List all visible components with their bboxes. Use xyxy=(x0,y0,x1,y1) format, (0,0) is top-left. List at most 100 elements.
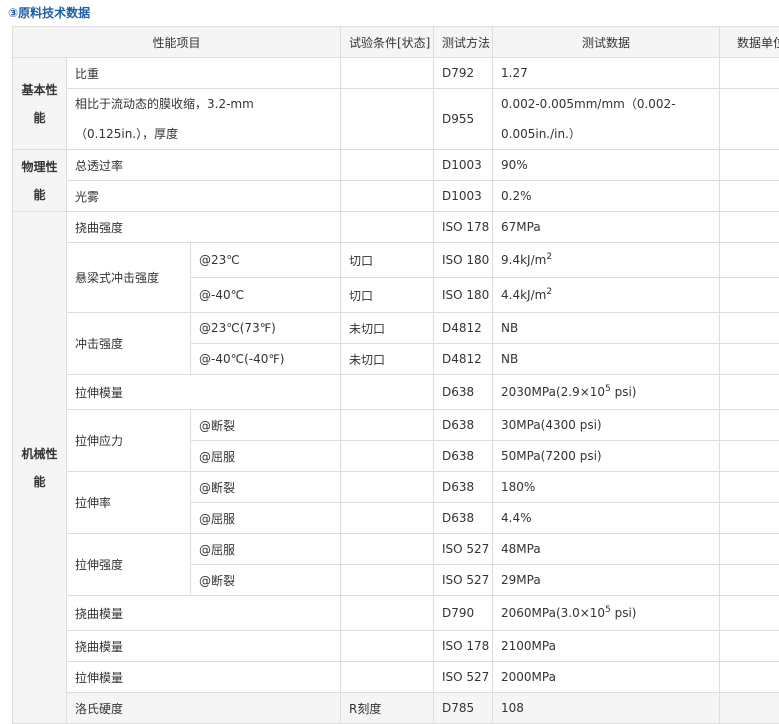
property-name: 相比于流动态的膜收缩，3.2-mm（0.125in.），厚度 xyxy=(67,89,341,150)
unit-cell xyxy=(720,344,779,375)
property-name: 挠曲强度 xyxy=(67,212,341,243)
value-cell: 30MPa(4300 psi) xyxy=(493,410,720,441)
value-cell: 2000MPa xyxy=(493,662,720,693)
sub-condition: @23℃ xyxy=(191,243,341,278)
unit-cell xyxy=(720,375,779,410)
value-text: 4.4kJ/m xyxy=(501,288,546,302)
property-name: 拉伸模量 xyxy=(67,662,341,693)
unit-cell xyxy=(720,631,779,662)
property-name: 拉伸应力 xyxy=(67,410,191,472)
value-superscript: 2 xyxy=(546,252,552,262)
sub-condition: @-40℃(-40℉) xyxy=(191,344,341,375)
table-row: 物理性能 总透过率 D1003 90% xyxy=(13,150,779,181)
method-cell: D785 xyxy=(434,693,493,724)
table-row: 拉伸应力 @断裂 D638 30MPa(4300 psi) xyxy=(13,410,779,441)
value-cell: 0.2% xyxy=(493,181,720,212)
table-row: 机械性能 挠曲强度 ISO 178 67MPa xyxy=(13,212,779,243)
table-row: 拉伸模量 D638 2030MPa(2.9×105 psi) xyxy=(13,375,779,410)
header-method: 测试方法 xyxy=(434,27,493,58)
header-condition: 试验条件[状态] xyxy=(341,27,434,58)
property-name: 比重 xyxy=(67,58,341,89)
header-property: 性能项目 xyxy=(13,27,341,58)
method-cell: D638 xyxy=(434,441,493,472)
condition-cell xyxy=(341,503,434,534)
value-text: 2060MPa(3.0×10 xyxy=(501,606,605,620)
table-row: 基本性能 比重 D792 1.27 xyxy=(13,58,779,89)
property-name: 拉伸模量 xyxy=(67,375,341,410)
method-cell: ISO 527 xyxy=(434,662,493,693)
method-cell: D638 xyxy=(434,472,493,503)
property-name: 冲击强度 xyxy=(67,313,191,375)
table-row: 拉伸率 @断裂 D638 180% xyxy=(13,472,779,503)
value-text: 9.4kJ/m xyxy=(501,253,546,267)
table-header-row: 性能项目 试验条件[状态] 测试方法 测试数据 数据单位 xyxy=(13,27,779,58)
condition-cell xyxy=(341,181,434,212)
value-superscript: 2 xyxy=(546,287,552,297)
method-cell: D1003 xyxy=(434,181,493,212)
value-cell: 67MPa xyxy=(493,212,720,243)
sub-condition: @屈服 xyxy=(191,503,341,534)
value-cell: NB xyxy=(493,344,720,375)
value-cell: 4.4kJ/m2 xyxy=(493,278,720,313)
property-name: 光雾 xyxy=(67,181,341,212)
condition-cell xyxy=(341,58,434,89)
value-cell: 29MPa xyxy=(493,565,720,596)
method-cell: ISO 180 xyxy=(434,243,493,278)
condition-cell xyxy=(341,596,434,631)
method-cell: ISO 180 xyxy=(434,278,493,313)
value-text: 2030MPa(2.9×10 xyxy=(501,385,605,399)
condition-cell: 切口 xyxy=(341,278,434,313)
table-row: 冲击强度 @23℃(73℉) 未切口 D4812 NB xyxy=(13,313,779,344)
unit-cell xyxy=(720,58,779,89)
condition-cell: 未切口 xyxy=(341,344,434,375)
unit-cell xyxy=(720,410,779,441)
unit-cell xyxy=(720,441,779,472)
unit-cell xyxy=(720,89,779,150)
table-row: 光雾 D1003 0.2% xyxy=(13,181,779,212)
sub-condition: @断裂 xyxy=(191,472,341,503)
table-row: 拉伸模量 ISO 527 2000MPa xyxy=(13,662,779,693)
method-cell: D1003 xyxy=(434,150,493,181)
property-name: 洛氏硬度 xyxy=(67,693,341,724)
method-cell: D4812 xyxy=(434,313,493,344)
condition-cell xyxy=(341,212,434,243)
sub-condition: @断裂 xyxy=(191,410,341,441)
condition-cell: 未切口 xyxy=(341,313,434,344)
table-row: 洛氏硬度 R刻度 D785 108 xyxy=(13,693,779,724)
unit-cell xyxy=(720,596,779,631)
value-cell: 1.27 xyxy=(493,58,720,89)
value-cell: NB xyxy=(493,313,720,344)
property-name: 悬梁式冲击强度 xyxy=(67,243,191,313)
table-row: 拉伸强度 @屈服 ISO 527 48MPa xyxy=(13,534,779,565)
category-mechanical: 机械性能 xyxy=(13,212,67,724)
header-unit: 数据单位 xyxy=(720,27,779,58)
unit-cell xyxy=(720,212,779,243)
condition-cell xyxy=(341,375,434,410)
header-data: 测试数据 xyxy=(493,27,720,58)
value-cell: 50MPa(7200 psi) xyxy=(493,441,720,472)
unit-cell xyxy=(720,565,779,596)
value-cell: 2060MPa(3.0×105 psi) xyxy=(493,596,720,631)
method-cell: D638 xyxy=(434,375,493,410)
condition-cell xyxy=(341,150,434,181)
condition-cell xyxy=(341,565,434,596)
value-cell: 2100MPa xyxy=(493,631,720,662)
method-cell: D638 xyxy=(434,503,493,534)
property-name: 总透过率 xyxy=(67,150,341,181)
condition-cell xyxy=(341,410,434,441)
category-basic: 基本性能 xyxy=(13,58,67,150)
table-row: 挠曲模量 ISO 178 2100MPa xyxy=(13,631,779,662)
method-cell: ISO 527 xyxy=(434,565,493,596)
unit-cell xyxy=(720,503,779,534)
method-cell: D4812 xyxy=(434,344,493,375)
table-row: 悬梁式冲击强度 @23℃ 切口 ISO 180 9.4kJ/m2 xyxy=(13,243,779,278)
unit-cell xyxy=(720,662,779,693)
value-cell: 0.002-0.005mm/mm（0.002-0.005in./in.） xyxy=(493,89,720,150)
unit-cell xyxy=(720,278,779,313)
condition-cell: R刻度 xyxy=(341,693,434,724)
value-cell: 180% xyxy=(493,472,720,503)
unit-cell xyxy=(720,313,779,344)
unit-cell xyxy=(720,472,779,503)
table-row: 挠曲模量 D790 2060MPa(3.0×105 psi) xyxy=(13,596,779,631)
section-title: ③原料技术数据 xyxy=(8,4,90,21)
